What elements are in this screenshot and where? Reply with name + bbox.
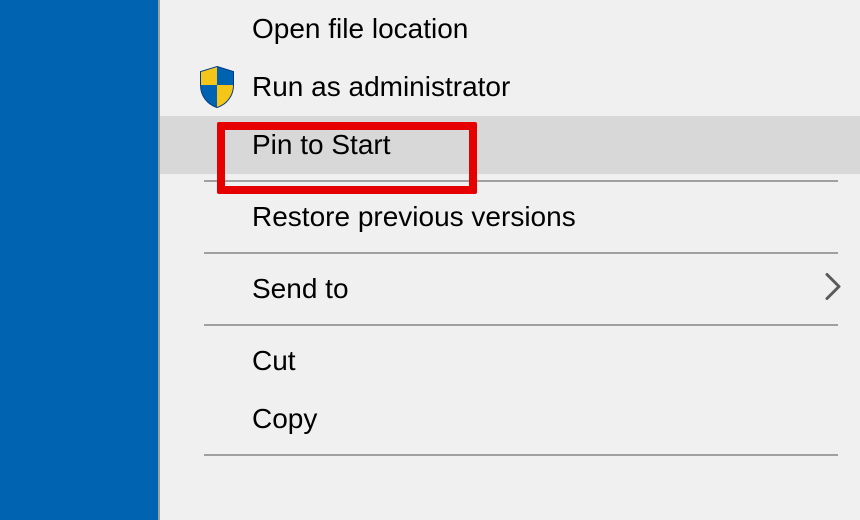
menu-item-run-as-administrator[interactable]: Run as administrator [160, 58, 860, 116]
menu-item-pin-to-start[interactable]: Pin to Start [160, 116, 860, 174]
menu-item-cut[interactable]: Cut [160, 332, 860, 390]
menu-label: Open file location [252, 13, 860, 45]
menu-item-copy[interactable]: Copy [160, 390, 860, 448]
menu-label: Cut [252, 345, 860, 377]
menu-label: Restore previous versions [252, 201, 860, 233]
menu-item-open-file-location[interactable]: Open file location [160, 0, 860, 58]
menu-label: Pin to Start [252, 129, 860, 161]
submenu-arrow-icon [824, 272, 842, 307]
menu-label: Run as administrator [252, 71, 860, 103]
shield-icon [197, 65, 237, 109]
context-menu: Open file location Run as administrator … [158, 0, 860, 520]
icon-slot [182, 65, 252, 109]
menu-item-send-to[interactable]: Send to [160, 260, 860, 318]
menu-separator [204, 252, 838, 254]
menu-label: Copy [252, 403, 860, 435]
menu-separator [204, 324, 838, 326]
menu-label: Send to [252, 273, 860, 305]
menu-item-restore-previous-versions[interactable]: Restore previous versions [160, 188, 860, 246]
menu-separator [204, 454, 838, 456]
menu-separator [204, 180, 838, 182]
